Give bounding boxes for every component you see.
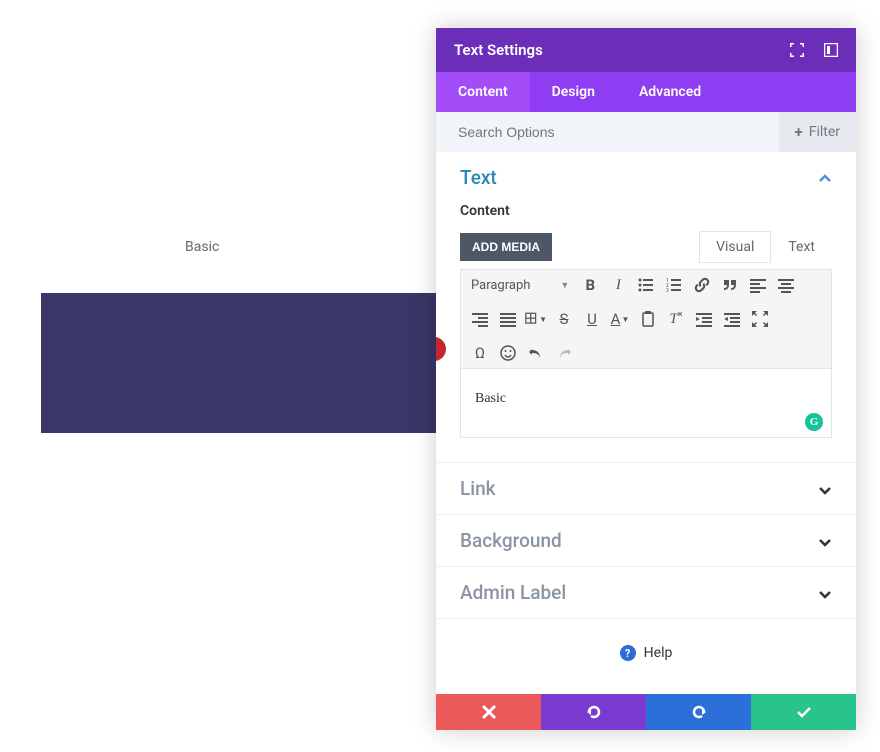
undo-icon[interactable]	[525, 342, 547, 364]
editor-textarea[interactable]: Basic G	[460, 369, 832, 438]
text-tab[interactable]: Text	[771, 231, 832, 263]
bullet-list-icon[interactable]	[635, 274, 657, 296]
section-link: Link	[436, 463, 856, 515]
save-button[interactable]	[751, 694, 856, 730]
align-center-icon[interactable]	[775, 274, 797, 296]
format-select[interactable]: Paragraph▼	[469, 276, 573, 295]
section-background: Background	[436, 515, 856, 567]
section-text: Text Content 1 ADD MEDIA Visual Text Par…	[436, 152, 856, 463]
section-link-header[interactable]: Link	[436, 463, 856, 514]
tab-content[interactable]: Content	[436, 72, 530, 112]
clear-format-icon[interactable]: T×	[665, 308, 687, 330]
filter-label: Filter	[809, 124, 840, 140]
italic-icon[interactable]: I	[607, 274, 629, 296]
panel-footer	[436, 694, 856, 730]
underline-icon[interactable]: U	[581, 308, 603, 330]
help-row[interactable]: ? Help	[436, 619, 856, 687]
chevron-down-icon	[818, 586, 832, 600]
section-background-title: Background	[460, 529, 562, 552]
panel-title: Text Settings	[454, 41, 543, 59]
special-char-icon[interactable]: Ω	[469, 342, 491, 364]
search-input[interactable]	[458, 124, 779, 140]
fullscreen-icon[interactable]	[749, 308, 771, 330]
cancel-button[interactable]	[436, 694, 541, 730]
chevron-down-icon	[818, 482, 832, 496]
tabs: Content Design Advanced	[436, 72, 856, 112]
section-admin-label: Admin Label	[436, 567, 856, 619]
align-left-icon[interactable]	[747, 274, 769, 296]
redo-button[interactable]	[646, 694, 751, 730]
section-admin-label-title: Admin Label	[460, 581, 566, 604]
align-justify-icon[interactable]	[497, 308, 519, 330]
text-color-icon[interactable]: A▼	[609, 308, 631, 330]
add-media-button[interactable]: ADD MEDIA	[460, 233, 552, 261]
editor-content: Basic	[475, 391, 506, 406]
bold-icon[interactable]: B	[579, 274, 601, 296]
quote-icon[interactable]	[719, 274, 741, 296]
undo-button[interactable]	[541, 694, 646, 730]
editor-wrapper: 1 ADD MEDIA Visual Text Paragraph▼ B I 1	[436, 231, 856, 462]
help-icon: ?	[620, 645, 636, 661]
align-right-icon[interactable]	[469, 308, 491, 330]
section-text-title: Text	[460, 166, 497, 189]
section-text-header[interactable]: Text	[436, 152, 856, 203]
section-link-title: Link	[460, 477, 496, 500]
content-label: Content	[436, 203, 856, 231]
strikethrough-icon[interactable]: S	[553, 308, 575, 330]
search-bar: + Filter	[436, 112, 856, 152]
rich-text-toolbar: Paragraph▼ B I 123 ▼ S U A▼	[460, 269, 832, 369]
outdent-icon[interactable]	[693, 308, 715, 330]
tab-advanced[interactable]: Advanced	[617, 72, 723, 112]
table-icon[interactable]: ▼	[525, 308, 547, 330]
link-icon[interactable]	[691, 274, 713, 296]
panel-header: Text Settings	[436, 28, 856, 72]
svg-text:3: 3	[666, 288, 669, 293]
numbered-list-icon[interactable]: 123	[663, 274, 685, 296]
tab-design[interactable]: Design	[530, 72, 617, 112]
canvas-preview-text: Basic	[185, 239, 219, 255]
section-background-header[interactable]: Background	[436, 515, 856, 566]
settings-panel: Text Settings Content Design Advanced + …	[436, 28, 856, 730]
annotation-badge-1: 1	[436, 337, 446, 361]
help-label: Help	[644, 645, 673, 661]
grammarly-icon[interactable]: G	[805, 413, 823, 431]
indent-icon[interactable]	[721, 308, 743, 330]
dropdown-icon: ▼	[560, 280, 569, 291]
redo-icon[interactable]	[553, 342, 575, 364]
snap-icon[interactable]	[824, 43, 838, 57]
chevron-down-icon	[818, 534, 832, 548]
emoji-icon[interactable]	[497, 342, 519, 364]
expand-icon[interactable]	[790, 43, 804, 57]
paste-icon[interactable]	[637, 308, 659, 330]
visual-tab[interactable]: Visual	[699, 231, 771, 263]
section-admin-label-header[interactable]: Admin Label	[436, 567, 856, 618]
plus-icon: +	[795, 123, 803, 141]
chevron-up-icon	[818, 171, 832, 185]
filter-button[interactable]: + Filter	[779, 112, 856, 152]
